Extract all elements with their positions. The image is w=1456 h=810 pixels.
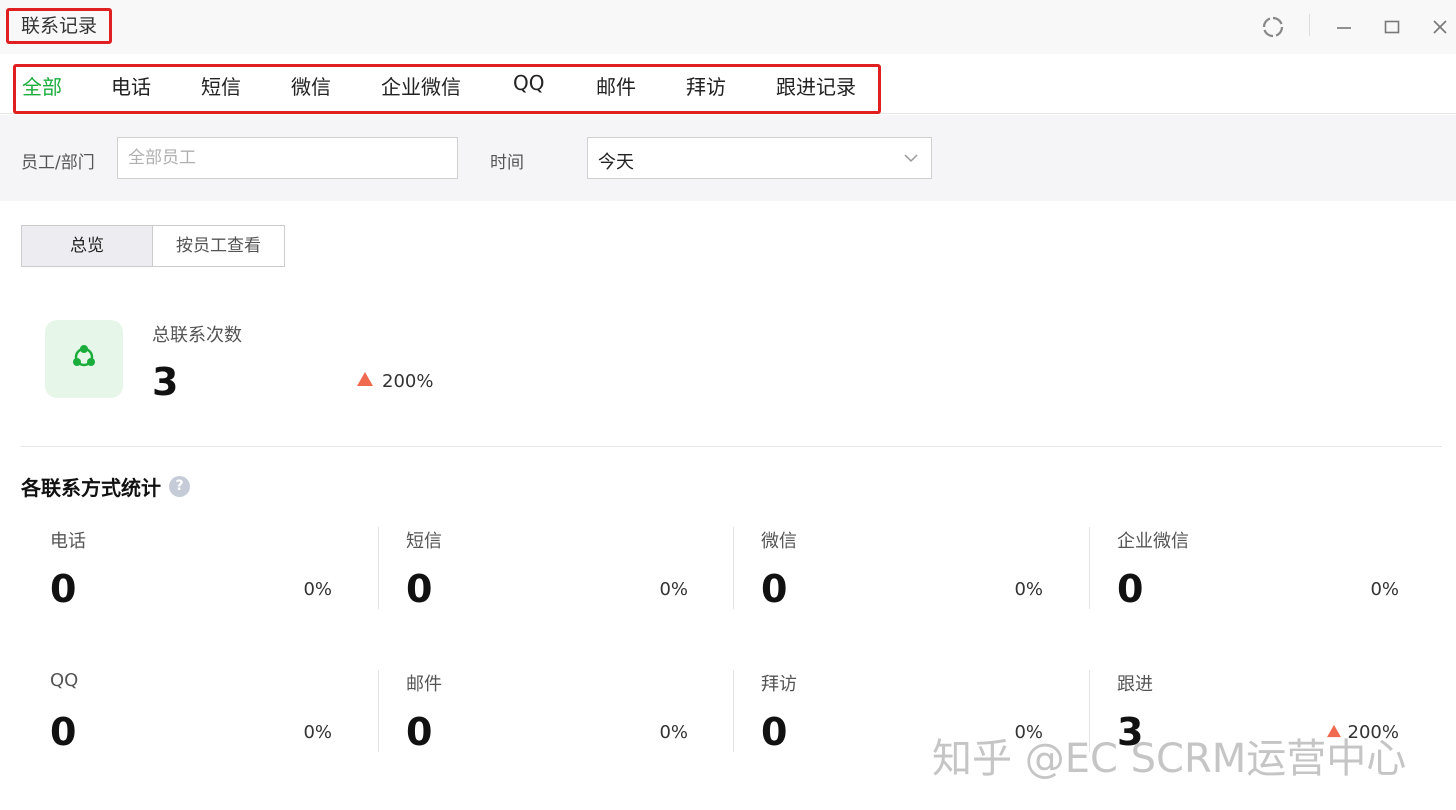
tab-bar: 全部 电话 短信 微信 企业微信 QQ 邮件 拜访 跟进记录: [0, 54, 1456, 114]
total-contacts-label: 总联系次数: [152, 325, 242, 346]
stat-percent: 0%: [659, 722, 688, 743]
stat-percent: 0%: [1014, 579, 1043, 600]
time-filter-label: 时间: [490, 153, 524, 173]
stat-label: 拜访: [761, 674, 797, 695]
stat-percent: 0%: [1370, 579, 1399, 600]
trend-percent: 200%: [382, 371, 434, 392]
employee-input[interactable]: [117, 137, 458, 179]
stat-card-wechat: 微信 0 0%: [733, 527, 1073, 611]
stat-value: 0: [50, 567, 77, 611]
window-title: 联系记录: [6, 8, 113, 44]
stat-percent: 0%: [303, 722, 332, 743]
minimize-icon[interactable]: [1329, 12, 1359, 42]
summary-icon-box: [45, 320, 123, 398]
stat-value: 0: [406, 710, 433, 754]
chevron-down-icon: [903, 150, 919, 170]
stat-value: 0: [50, 710, 77, 754]
contact-network-icon: [68, 341, 100, 377]
stat-label: 跟进: [1117, 674, 1153, 695]
section-title-text: 各联系方式统计: [21, 476, 161, 500]
tab-visit[interactable]: 拜访: [686, 71, 726, 100]
employee-filter-label: 员工/部门: [21, 153, 95, 173]
stat-percent: 0%: [303, 579, 332, 600]
stat-label: 邮件: [406, 674, 442, 695]
watermark: 知乎 @EC SCRM运营中心: [932, 736, 1407, 782]
maximize-icon[interactable]: [1377, 12, 1407, 42]
tab-sms[interactable]: 短信: [201, 71, 241, 100]
time-select[interactable]: 今天: [587, 137, 932, 179]
stat-card-qq: QQ 0 0%: [22, 670, 362, 754]
view-toggle: 总览 按员工查看: [21, 225, 285, 267]
tab-email[interactable]: 邮件: [596, 71, 636, 100]
stat-label: 短信: [406, 531, 442, 552]
filter-bar: 员工/部门 时间 今天: [0, 115, 1456, 201]
trend-up-icon: [356, 371, 374, 392]
stat-card-email: 邮件 0 0%: [378, 670, 718, 754]
tab-all[interactable]: 全部: [22, 71, 62, 100]
tab-phone[interactable]: 电话: [111, 71, 151, 100]
stat-separator: [378, 527, 379, 609]
stat-label: 电话: [50, 531, 86, 552]
stat-label: 企业微信: [1117, 531, 1189, 552]
stat-value: 0: [1117, 567, 1144, 611]
help-icon[interactable]: ?: [169, 476, 190, 497]
stat-separator: [1089, 527, 1090, 609]
stat-card-sms: 短信 0 0%: [378, 527, 718, 611]
stat-percent: 0%: [659, 579, 688, 600]
stat-separator: [733, 527, 734, 609]
stat-value: 0: [406, 567, 433, 611]
close-icon[interactable]: [1425, 12, 1455, 42]
total-contacts-value: 3: [152, 360, 179, 404]
stat-value: 0: [761, 567, 788, 611]
stat-separator: [733, 670, 734, 752]
stat-card-phone: 电话 0 0%: [22, 527, 362, 611]
tab-follow-up-records[interactable]: 跟进记录: [776, 71, 856, 100]
refresh-icon[interactable]: [1258, 12, 1288, 42]
stat-separator: [378, 670, 379, 752]
tab-enterprise-wechat[interactable]: 企业微信: [381, 71, 461, 100]
time-select-value: 今天: [598, 152, 634, 173]
window-control-separator: [1309, 14, 1310, 36]
total-contacts-trend: 200%: [356, 371, 433, 392]
section-title: 各联系方式统计 ?: [21, 472, 190, 501]
stat-value: 0: [761, 710, 788, 754]
tab-wechat[interactable]: 微信: [291, 71, 331, 100]
title-bar: 联系记录: [0, 0, 1456, 54]
section-divider: [21, 446, 1442, 447]
by-employee-button[interactable]: 按员工查看: [153, 226, 284, 266]
stat-card-enterprise-wechat: 企业微信 0 0%: [1089, 527, 1429, 611]
overview-button[interactable]: 总览: [22, 226, 153, 266]
stat-label: QQ: [50, 670, 79, 691]
stat-label: 微信: [761, 531, 797, 552]
tab-qq[interactable]: QQ: [513, 71, 544, 95]
